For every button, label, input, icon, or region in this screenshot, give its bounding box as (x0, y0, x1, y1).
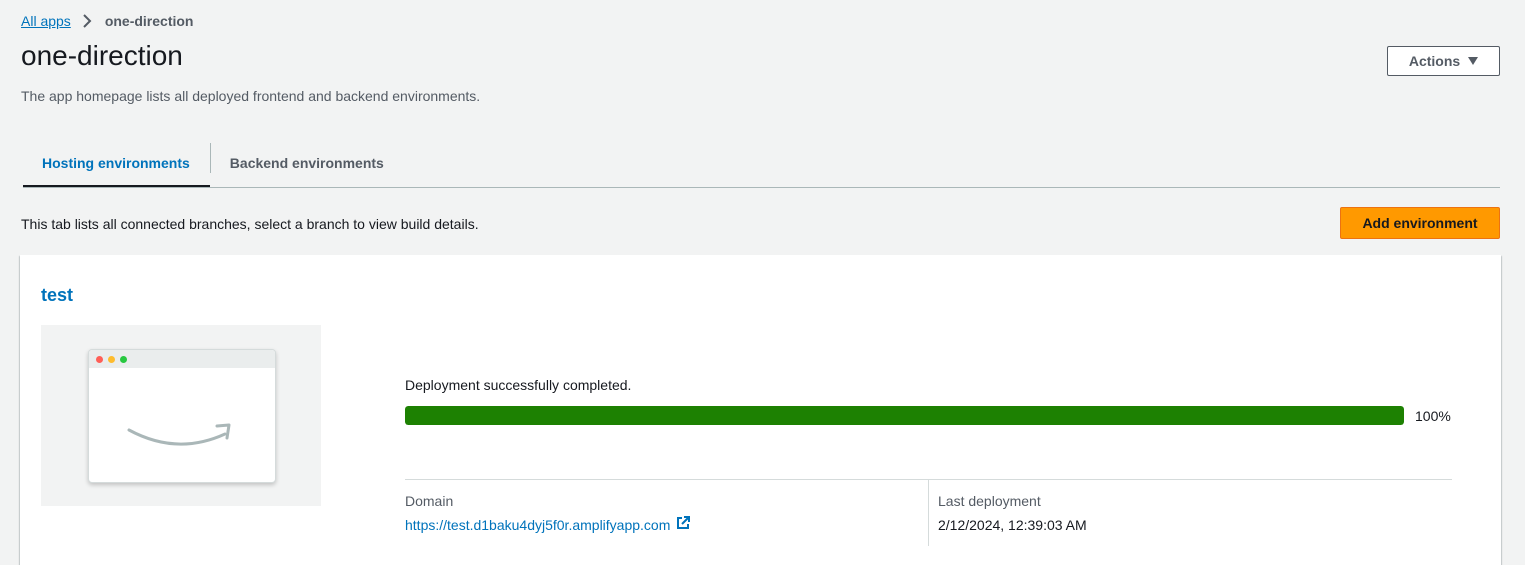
actions-button-label: Actions (1408, 53, 1461, 69)
column-divider (928, 480, 929, 546)
minimize-dot-icon (108, 356, 115, 363)
close-dot-icon (96, 356, 103, 363)
browser-window-illustration (88, 349, 276, 483)
external-link-icon (676, 516, 691, 533)
tab-backend-environments[interactable]: Backend environments (211, 140, 404, 186)
domain-label: Domain (405, 493, 454, 509)
add-environment-button[interactable]: Add environment (1340, 207, 1500, 239)
last-deployment-value: 2/12/2024, 12:39:03 AM (938, 517, 1087, 533)
caret-down-icon (1468, 57, 1479, 65)
breadcrumb: All apps one-direction (21, 12, 193, 30)
branch-name-link[interactable]: test (41, 285, 73, 306)
page-description: The app homepage lists all deployed fron… (21, 88, 481, 104)
tab-hosting-environments[interactable]: Hosting environments (23, 140, 210, 187)
deployment-status: Deployment successfully completed. (405, 377, 632, 393)
chevron-right-icon (77, 12, 97, 30)
browser-titlebar (89, 350, 275, 368)
maximize-dot-icon (120, 356, 127, 363)
breadcrumb-current: one-direction (104, 13, 194, 29)
page-title: one-direction (21, 40, 183, 71)
breadcrumb-all-apps-link[interactable]: All apps (21, 13, 71, 29)
deployment-progress-percent: 100% (1415, 408, 1451, 424)
branch-card: test Deployment successfully completed. … (20, 255, 1501, 565)
actions-button[interactable]: Actions (1387, 46, 1500, 76)
deployment-progress-fill (405, 406, 1404, 425)
domain-url: https://test.d1baku4dyj5f0r.amplifyapp.c… (405, 516, 671, 533)
amazon-smile-logo-icon (127, 423, 231, 446)
last-deployment-label: Last deployment (938, 493, 1041, 509)
app-preview-thumbnail[interactable] (41, 325, 321, 506)
deployment-progress-bar (405, 406, 1404, 425)
domain-link[interactable]: https://test.d1baku4dyj5f0r.amplifyapp.c… (405, 516, 691, 533)
tab-list: Hosting environments Backend environment… (23, 140, 1500, 188)
tab-info-text: This tab lists all connected branches, s… (21, 216, 479, 232)
